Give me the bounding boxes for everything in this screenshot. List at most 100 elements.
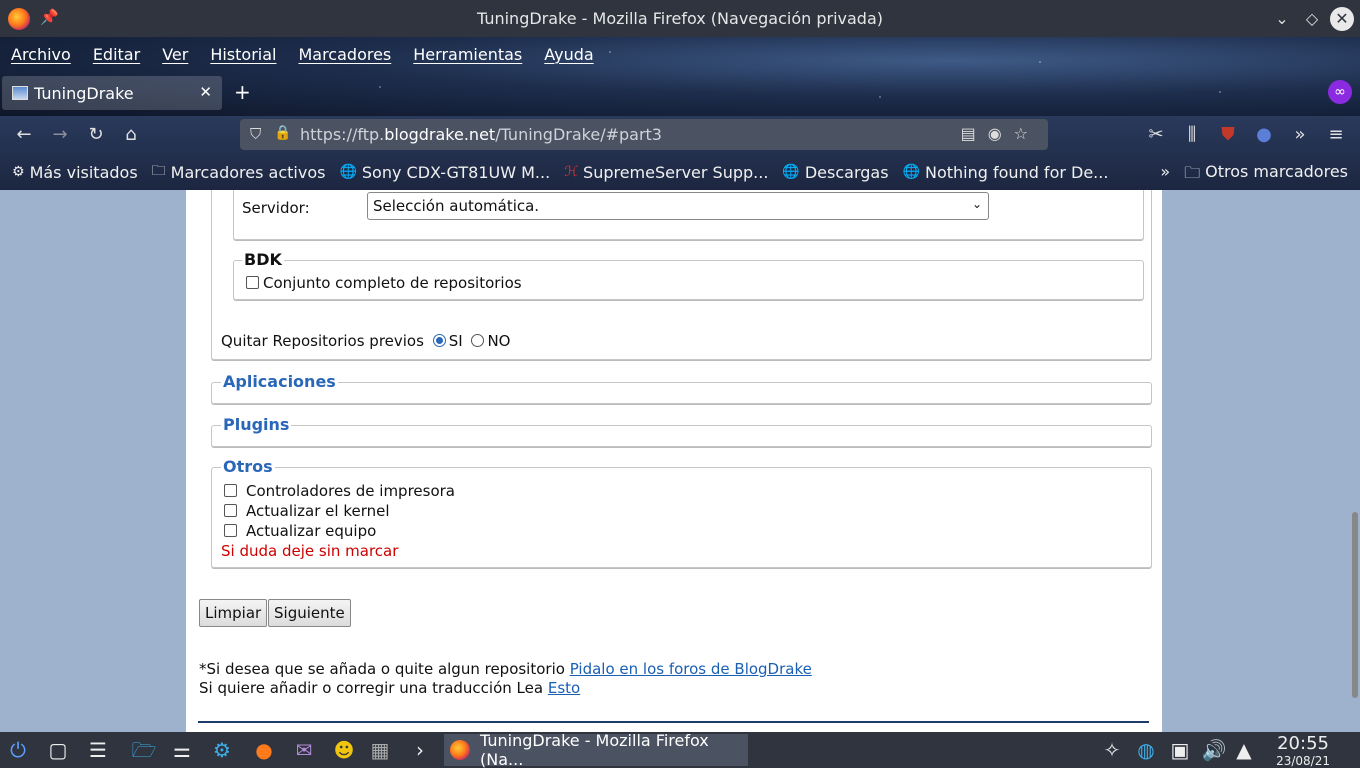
shield-icon[interactable]: ⛉ — [250, 125, 261, 143]
repositories-fieldset: Quitar Repositorios previos SI NO — [211, 190, 1152, 360]
mascot-icon[interactable]: ☻ — [330, 737, 358, 763]
menu-herramientas[interactable]: Herramientas — [413, 45, 522, 64]
plugins-fieldset[interactable]: Plugins — [211, 415, 1152, 447]
tab-tuningdrake[interactable]: TuningDrake ✕ — [2, 76, 222, 110]
minimize-icon[interactable]: ⌄ — [1270, 7, 1294, 31]
remove-previous-label: Quitar Repositorios previos — [221, 332, 424, 350]
bookmark-item[interactable]: ℋ SupremeServer Supp... — [564, 163, 768, 182]
maximize-icon[interactable]: ◇ — [1300, 7, 1324, 31]
screenshot-icon[interactable]: ✂ — [1144, 124, 1168, 145]
window-titlebar: 📌 TuningDrake - Mozilla Firefox (Navegac… — [0, 0, 1360, 37]
url-bar[interactable]: ⛉ 🔒 https://ftp. blogdrake.net/TuningDrak… — [240, 119, 1048, 150]
translation-link[interactable]: Esto — [548, 679, 580, 697]
clock[interactable]: 20:55 23/08/21 — [1276, 733, 1330, 768]
gear-icon[interactable]: ⚙ — [208, 737, 236, 763]
note-repos-text: *Si desea que se añada o quite algun rep… — [199, 660, 570, 678]
chat-icon[interactable]: ✉ — [290, 737, 318, 763]
firefox-icon — [450, 740, 470, 760]
next-button[interactable]: Siguiente — [268, 599, 351, 627]
tab-label: TuningDrake — [34, 83, 134, 103]
otros-item[interactable]: Actualizar el kernel — [224, 502, 390, 520]
apps-fieldset[interactable]: Aplicaciones — [211, 372, 1152, 404]
logo-icon: ℋ — [564, 164, 579, 180]
firefox-launcher-icon[interactable]: ● — [250, 737, 278, 763]
lock-icon[interactable]: 🔒 — [274, 125, 291, 141]
menu-marcadores[interactable]: Marcadores — [298, 45, 391, 64]
otros-item[interactable]: Actualizar equipo — [224, 522, 376, 540]
tab-close-icon[interactable]: ✕ — [199, 83, 212, 101]
system-settings-icon[interactable]: ⚌ — [168, 737, 196, 763]
ublock-icon[interactable]: ⛊ — [1216, 124, 1240, 145]
bookmark-item[interactable]: 🌐 Nothing found for De... — [903, 163, 1109, 182]
bookmark-label: Más visitados — [29, 162, 138, 182]
bookmarks-toolbar: ⚙ Más visitados 🗀 Marcadores activos 🌐 Sony… — [0, 154, 1360, 190]
otros-checkbox[interactable] — [224, 484, 237, 497]
otros-item-label: Actualizar equipo — [246, 522, 377, 540]
globe-icon: 🌐 — [902, 164, 920, 180]
bookmark-star-icon[interactable]: ☆ — [1014, 124, 1040, 143]
clock-date: 23/08/21 — [1276, 754, 1330, 768]
bookmark-item[interactable]: 🌐 Sony CDX-GT81UW M... — [339, 163, 550, 182]
otros-fieldset: Otros Controladores de impresora Actuali… — [211, 457, 1152, 568]
clipboard-icon[interactable]: ▣ — [1166, 737, 1194, 763]
radio-no[interactable] — [471, 334, 485, 347]
reload-icon[interactable]: ↻ — [84, 124, 108, 145]
translate-icon[interactable]: ◉ — [988, 124, 1014, 143]
task-label: TuningDrake - Mozilla Firefox (Na... — [480, 731, 709, 768]
url-path: /TuningDrake/#part3 — [495, 125, 662, 144]
tray-expand-icon[interactable]: ▲ — [1230, 737, 1258, 763]
forum-link[interactable]: Pidalo en los foros de BlogDrake — [570, 660, 812, 678]
bookmarks-overflow-icon[interactable]: » — [1160, 162, 1170, 189]
menu-historial[interactable]: Historial — [210, 45, 276, 64]
hint-text: Si duda deje sin marcar — [221, 542, 399, 560]
otros-item[interactable]: Controladores de impresora — [224, 482, 455, 500]
apps-legend[interactable]: Aplicaciones — [221, 372, 338, 391]
divider — [198, 721, 1149, 723]
file-manager-icon[interactable]: 🗁 — [130, 737, 158, 763]
menu-archivo[interactable]: Archivo — [11, 45, 71, 64]
pager-icon[interactable]: ☰ — [84, 737, 112, 763]
note-repos: *Si desea que se añada o quite algun rep… — [199, 660, 812, 678]
overflow-icon[interactable]: » — [1288, 124, 1312, 145]
home-icon[interactable]: ⌂ — [119, 124, 143, 145]
globe-icon: 🌐 — [339, 164, 357, 180]
clear-button[interactable]: Limpiar — [199, 599, 268, 627]
close-icon[interactable]: ✕ — [1330, 7, 1354, 31]
menu-editar[interactable]: Editar — [93, 45, 140, 64]
network-icon[interactable]: ✧ — [1098, 737, 1126, 763]
window-title: TuningDrake - Mozilla Firefox (Navegació… — [476, 9, 883, 28]
bookmark-label: SupremeServer Supp... — [583, 162, 769, 182]
otros-checkbox[interactable] — [224, 504, 237, 517]
radio-no-label: NO — [487, 332, 511, 350]
otros-legend[interactable]: Otros — [221, 457, 275, 476]
globe-icon[interactable]: ◍ — [1132, 737, 1160, 763]
url-actions: ▤◉☆ — [961, 124, 1040, 143]
terminal-icon[interactable]: › — [406, 737, 434, 763]
extension-icon[interactable]: ● — [1252, 124, 1276, 145]
radio-si[interactable] — [432, 334, 446, 347]
private-browsing-icon: ∞ — [1328, 80, 1352, 104]
otros-checkbox[interactable] — [224, 524, 237, 537]
library-icon[interactable]: ⫼ — [1180, 124, 1204, 145]
app-launcher-icon[interactable]: ⏻ — [4, 737, 32, 763]
page-scrollbar[interactable] — [1352, 512, 1358, 698]
forward-icon[interactable]: → — [48, 124, 72, 145]
new-tab-icon[interactable]: + — [234, 80, 251, 104]
bookmark-item[interactable]: 🌐 Descargas — [782, 163, 888, 182]
globe-icon: 🌐 — [782, 164, 800, 180]
window-switcher-icon[interactable]: ▦ — [366, 737, 394, 763]
menu-ver[interactable]: Ver — [162, 45, 188, 64]
other-bookmarks[interactable]: Otros marcadores — [1205, 162, 1348, 189]
show-desktop-icon[interactable]: ▢ — [44, 737, 72, 763]
reader-view-icon[interactable]: ▤ — [961, 124, 988, 143]
bookmark-item[interactable]: 🗀 Marcadores activos — [152, 160, 326, 184]
bookmark-item[interactable]: ⚙ Más visitados — [12, 163, 138, 182]
otros-item-label: Actualizar el kernel — [246, 502, 390, 520]
menu-ayuda[interactable]: Ayuda — [544, 45, 593, 64]
gear-icon: ⚙ — [12, 164, 25, 180]
hamburger-menu-icon[interactable]: ≡ — [1324, 124, 1348, 145]
back-icon[interactable]: ← — [12, 124, 36, 145]
volume-icon[interactable]: 🔊 — [1200, 737, 1228, 763]
taskbar-firefox-task[interactable]: TuningDrake - Mozilla Firefox (Na... — [444, 731, 748, 768]
plugins-legend[interactable]: Plugins — [221, 415, 292, 434]
